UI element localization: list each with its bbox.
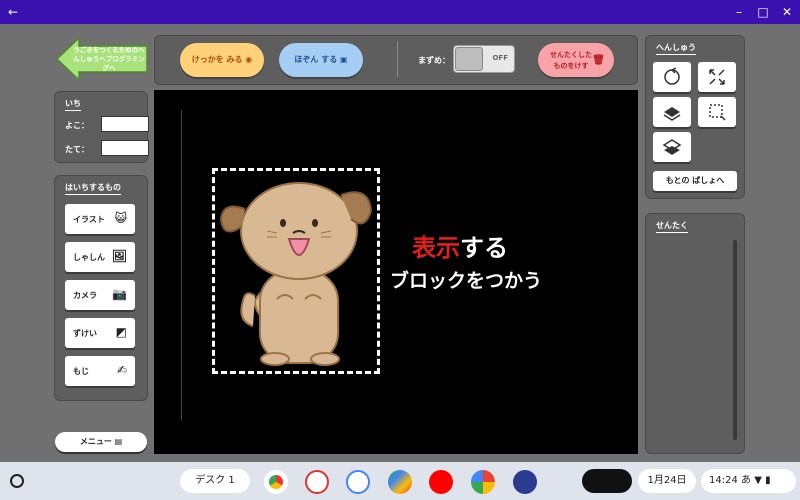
youtube-icon[interactable] <box>429 470 453 494</box>
crop-icon <box>709 104 726 121</box>
photo-label: しゃしん <box>73 253 105 262</box>
edit-panel-title: へんしゅう <box>656 42 696 55</box>
stage-canvas[interactable]: 表示する ブロックをつかう <box>154 90 638 454</box>
view-result-button[interactable]: けっかを みる ◉ <box>180 43 264 77</box>
stage-guide-line <box>181 110 182 420</box>
y-field-row: たて： <box>65 140 149 156</box>
crop-tool-button[interactable] <box>698 97 736 127</box>
bring-front-icon <box>663 107 681 121</box>
selection-box[interactable] <box>212 168 380 374</box>
chrome-icon[interactable] <box>264 470 288 494</box>
place-items-panel: はいちするもの イラスト 😺 しゃしん 🖼 カメラ 📷 ずけい ◩ もじ ✍ <box>54 175 148 401</box>
rotate-tool-button[interactable] <box>653 62 691 92</box>
select-panel-title: せんたく <box>656 220 688 233</box>
summary-label: まずめ： <box>418 56 450 65</box>
reset-position-button[interactable]: もとの ばしょへ <box>653 171 737 191</box>
illustration-label: イラスト <box>73 215 105 224</box>
send-back-button[interactable] <box>653 132 691 162</box>
save-icon: ▣ <box>340 55 348 64</box>
close-icon[interactable]: ✕ <box>778 3 796 21</box>
delete-selected-label: せんたくした ものをけす <box>550 51 592 70</box>
stage-text-line2[interactable]: ブロックをつかう <box>390 266 542 293</box>
photos-icon[interactable] <box>471 470 495 494</box>
toolbar-divider <box>397 41 398 77</box>
date-display[interactable]: 1月24日 <box>638 469 696 493</box>
photo-button[interactable]: しゃしん 🖼 <box>65 242 135 272</box>
stage-text-line1[interactable]: 表示する <box>412 228 508 263</box>
illustration-button[interactable]: イラスト 😺 <box>65 204 135 234</box>
view-result-label: けっかを みる <box>191 55 243 64</box>
wifi-icon: ▼ <box>754 475 762 486</box>
back-to-programming-button[interactable]: うごきをつくるためのへんしゅうへプログラミングへ <box>55 36 148 82</box>
y-label: たて： <box>65 145 89 154</box>
stage-text-red: 表示 <box>412 234 460 262</box>
x-field-row: よこ： <box>65 116 149 132</box>
account-avatars[interactable] <box>582 469 632 493</box>
stage-text-white: する <box>460 234 508 262</box>
resize-icon <box>709 69 725 85</box>
text-label: もじ <box>73 367 89 376</box>
edit-panel: へんしゅう もとの ばしょへ <box>645 35 745 199</box>
select-scrollbar[interactable] <box>733 240 737 440</box>
position-panel-title: いち <box>65 98 81 111</box>
eye-icon: ◉ <box>245 55 253 64</box>
shape-button[interactable]: ずけい ◩ <box>65 318 135 348</box>
text-icon: ✍ <box>116 363 127 377</box>
select-panel: せんたく <box>645 213 745 454</box>
calendar-icon[interactable] <box>346 470 370 494</box>
camera-label: カメラ <box>73 291 97 300</box>
text-button[interactable]: もじ ✍ <box>65 356 135 386</box>
back-arrow-icon[interactable]: ← <box>4 3 22 21</box>
cat-face-icon: 😺 <box>114 211 127 225</box>
ime-indicator: あ <box>741 475 752 486</box>
os-shelf: デスク 1 1月24日 14:24 あ ▼ ▮ <box>0 462 800 500</box>
trash-icon: 🗑 <box>592 55 605 66</box>
position-panel: いち よこ： たて： <box>54 91 149 163</box>
save-button[interactable]: ほぞん する ▣ <box>279 43 363 77</box>
save-label: ほぞん する <box>294 55 338 64</box>
image-icon: 🖼 <box>111 249 127 263</box>
shape-label: ずけい <box>73 329 97 338</box>
place-panel-title: はいちするもの <box>65 182 121 195</box>
restore-icon[interactable]: □ <box>754 3 772 21</box>
delete-selected-button[interactable]: せんたくした ものをけす 🗑 <box>538 43 614 77</box>
summary-toggle[interactable]: OFF <box>453 45 515 73</box>
rotate-icon <box>664 67 680 85</box>
play-store-icon[interactable] <box>388 470 412 494</box>
shapes-icon: ◩ <box>115 325 127 339</box>
window-titlebar: ← – □ ✕ <box>0 0 800 24</box>
battery-icon: ▮ <box>765 475 771 486</box>
x-label: よこ： <box>65 121 89 130</box>
x-position-input[interactable] <box>101 116 149 132</box>
time-display: 14:24 <box>709 475 738 486</box>
status-tray[interactable]: 14:24 あ ▼ ▮ <box>701 469 796 493</box>
camera-button[interactable]: カメラ 📷 <box>65 280 135 310</box>
bring-front-button[interactable] <box>653 97 691 127</box>
camera-icon: 📷 <box>112 287 127 301</box>
dog-illustration[interactable] <box>215 171 377 371</box>
back-button-label: うごきをつくるためのへんしゅうへプログラミングへ <box>73 46 145 72</box>
resize-tool-button[interactable] <box>698 62 736 92</box>
app-window: うごきをつくるためのへんしゅうへプログラミングへ いち よこ： たて： はいちす… <box>0 24 800 462</box>
programming-app-icon[interactable] <box>513 470 537 494</box>
toggle-state: OFF <box>492 54 508 62</box>
toggle-knob <box>455 47 483 71</box>
launcher-icon[interactable] <box>10 474 24 488</box>
y-position-input[interactable] <box>101 140 149 156</box>
gmail-icon[interactable] <box>305 470 329 494</box>
desk-switcher[interactable]: デスク 1 <box>180 469 250 493</box>
minimize-icon[interactable]: – <box>730 3 748 21</box>
send-back-icon <box>662 139 682 155</box>
menu-button[interactable]: メニュー ▤ <box>55 432 147 452</box>
